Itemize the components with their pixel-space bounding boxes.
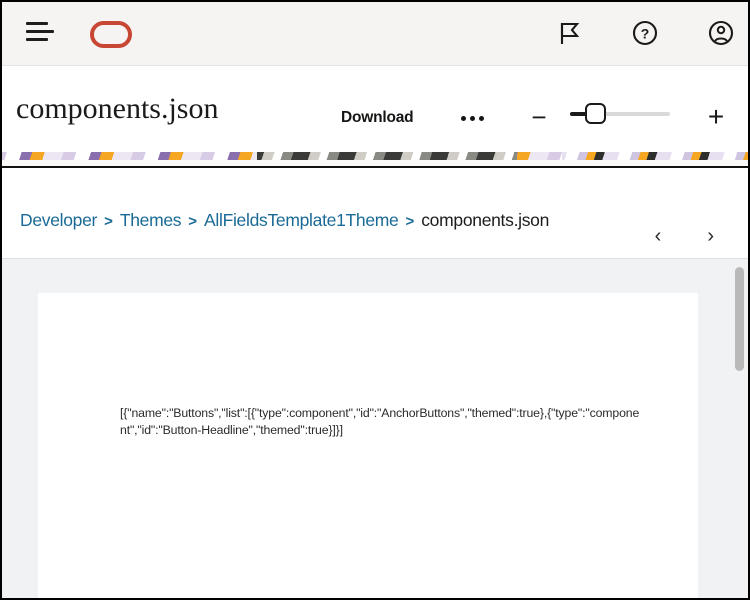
hamburger-line xyxy=(26,22,48,25)
document-page: [{"name":"Buttons","list":[{"type":compo… xyxy=(38,293,698,598)
breadcrumb-separator: > xyxy=(188,213,198,230)
vertical-scrollbar-thumb[interactable] xyxy=(735,267,744,371)
zoom-slider-thumb[interactable] xyxy=(585,103,606,124)
zoom-out-button[interactable]: − xyxy=(524,102,554,132)
more-options-icon[interactable] xyxy=(454,105,490,131)
zoom-slider[interactable] xyxy=(570,103,670,124)
header-actions: ? xyxy=(552,16,738,50)
account-icon[interactable] xyxy=(704,16,738,50)
hamburger-menu-icon[interactable] xyxy=(26,22,54,46)
breadcrumb-separator: > xyxy=(405,213,415,230)
svg-text:?: ? xyxy=(641,26,650,42)
download-button[interactable]: Download xyxy=(335,105,419,131)
breadcrumb: Developer > Themes > AllFieldsTemplate1T… xyxy=(20,210,549,231)
breadcrumb-separator: > xyxy=(104,213,113,230)
breadcrumb-navigation: ‹ › xyxy=(655,226,714,246)
breadcrumb-item-allfieldstemplate1theme[interactable]: AllFieldsTemplate1Theme xyxy=(204,210,399,231)
breadcrumb-item-themes[interactable]: Themes xyxy=(120,210,182,231)
help-icon[interactable]: ? xyxy=(628,16,662,50)
more-dot xyxy=(460,115,466,121)
next-chevron-icon[interactable]: › xyxy=(707,226,714,246)
hamburger-line xyxy=(26,38,48,41)
breadcrumb-item-developer[interactable]: Developer xyxy=(20,210,97,231)
document-toolbar: components.json Download − + xyxy=(2,66,748,152)
flag-icon[interactable] xyxy=(552,16,586,50)
more-dot xyxy=(469,115,475,121)
page-title: components.json xyxy=(16,92,219,125)
file-preview-viewer: [{"name":"Buttons","list":[{"type":compo… xyxy=(2,258,748,598)
file-content-text: [{"name":"Buttons","list":[{"type":compo… xyxy=(120,406,640,437)
zoom-in-button[interactable]: + xyxy=(701,102,731,132)
more-dot xyxy=(478,115,484,121)
application-window: ? components.json Download − + Developer… xyxy=(0,0,750,600)
previous-chevron-icon[interactable]: ‹ xyxy=(655,226,662,246)
oracle-logo[interactable] xyxy=(90,21,132,48)
hamburger-line xyxy=(26,30,54,33)
breadcrumb-item-current: components.json xyxy=(421,210,550,230)
breadcrumb-bar: Developer > Themes > AllFieldsTemplate1T… xyxy=(2,168,748,258)
global-header: ? xyxy=(2,2,748,66)
